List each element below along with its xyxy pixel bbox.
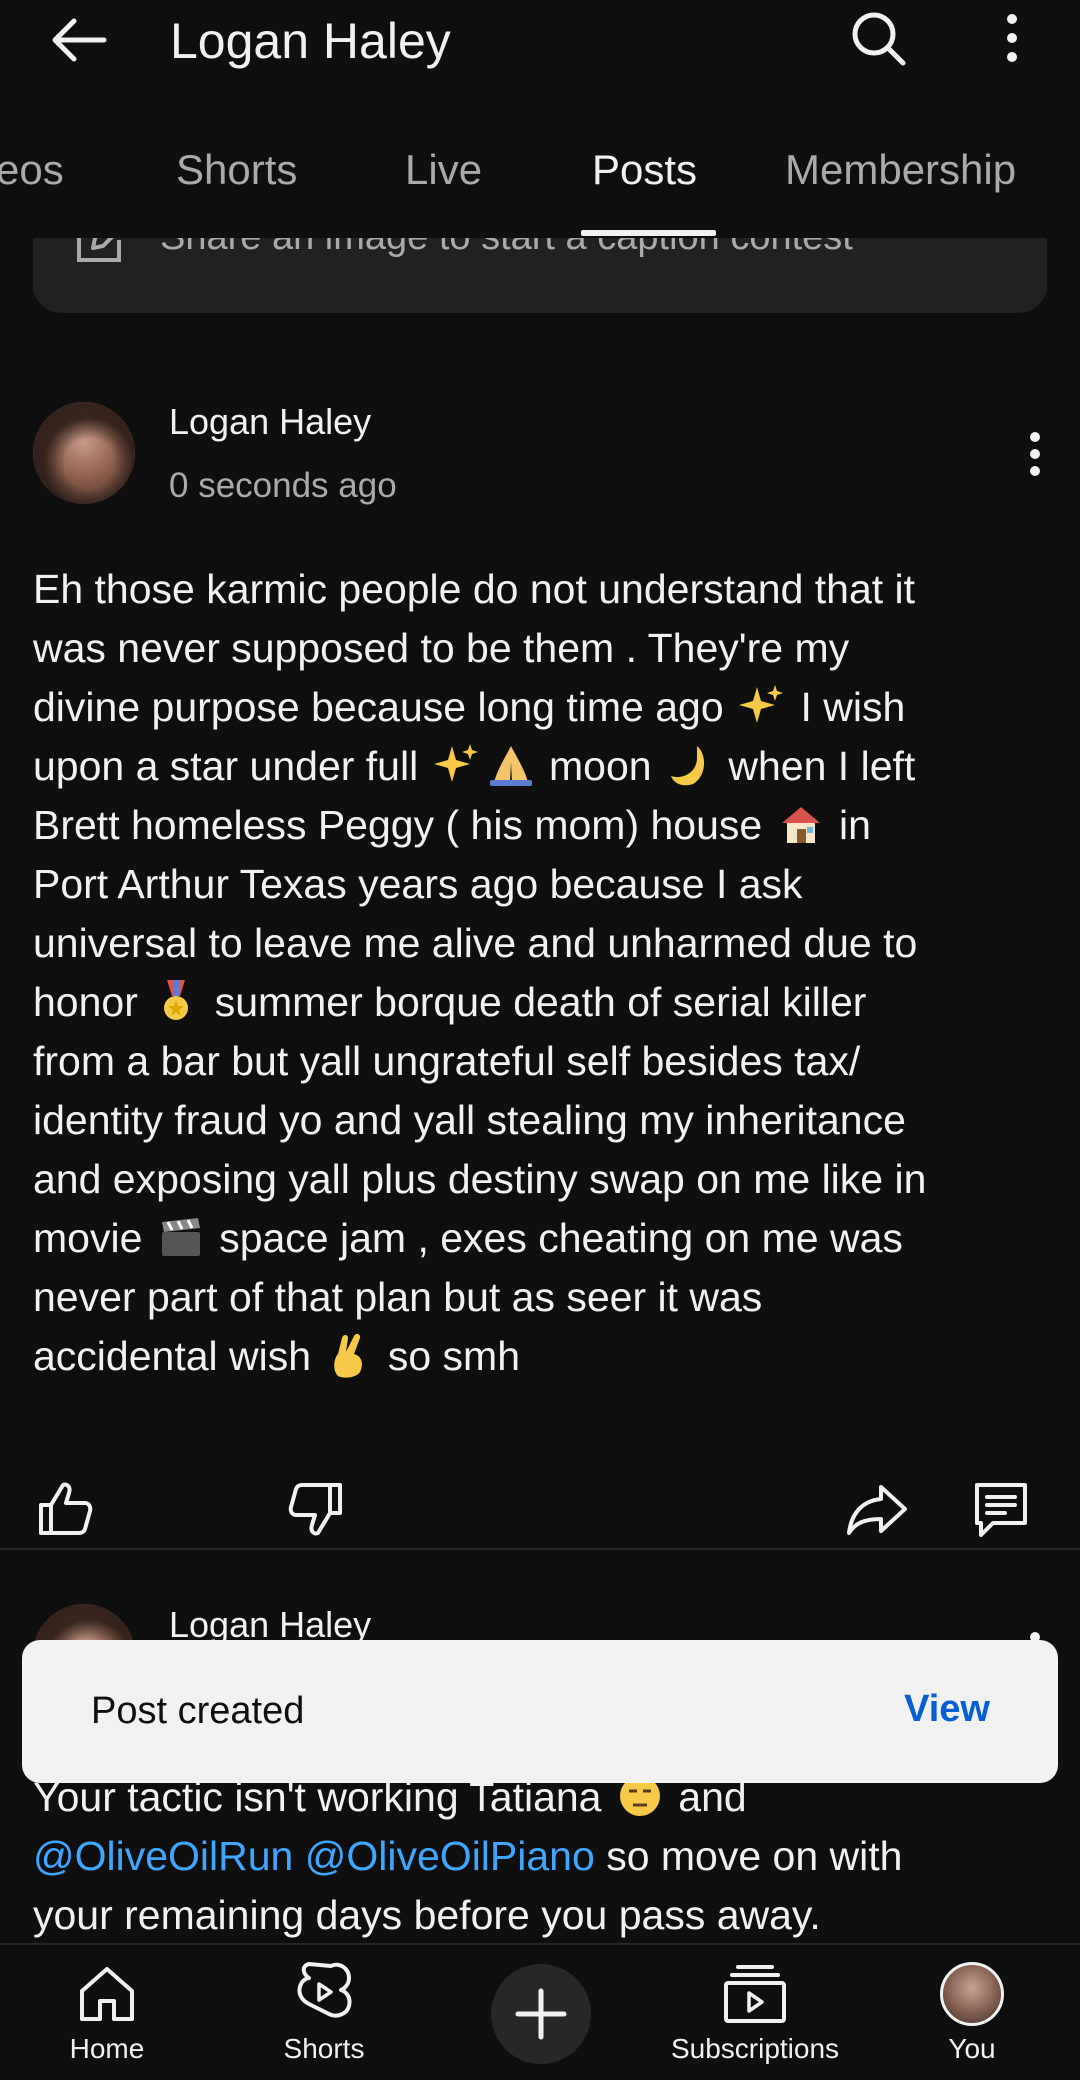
nav-you[interactable]: You [917, 1945, 1027, 2080]
post-author[interactable]: Logan Haley [169, 401, 371, 443]
clapper-board-icon [161, 1218, 200, 1256]
snackbar: Post created View [22, 1640, 1058, 1783]
tab-live[interactable]: Live [405, 146, 482, 194]
search-button[interactable] [840, 6, 916, 70]
share-button[interactable] [842, 1474, 912, 1544]
share-icon [847, 1485, 907, 1535]
create-button[interactable] [491, 1964, 591, 2064]
more-vert-icon [1030, 432, 1040, 476]
nav-shorts[interactable]: Shorts [269, 1945, 379, 2080]
mention-link[interactable]: @OliveOilPiano [305, 1833, 595, 1879]
active-tab-indicator [581, 230, 716, 236]
subscriptions-icon [724, 1965, 786, 2023]
like-button[interactable] [30, 1474, 100, 1544]
snackbar-message: Post created [91, 1690, 305, 1732]
post-text: Eh those karmic people do not understand… [33, 566, 927, 1379]
tab-videos[interactable]: eos [0, 146, 64, 194]
edit-icon [77, 238, 121, 262]
nav-subscriptions[interactable]: Subscriptions [660, 1945, 850, 2080]
bottom-navigation: Home Shorts Subscriptions You [0, 1943, 1080, 2080]
search-icon [852, 12, 906, 66]
sparkles-icon [433, 744, 478, 782]
avatar[interactable] [33, 402, 135, 504]
nav-label: You [948, 2033, 996, 2064]
top-app-bar: Logan Haley [0, 0, 1080, 80]
arrow-left-icon [52, 18, 107, 62]
channel-tabs: eos Shorts Live Posts Membership [0, 118, 1080, 238]
avatar [940, 1962, 1004, 2026]
tab-shorts[interactable]: Shorts [176, 146, 297, 194]
crescent-moon-icon [670, 746, 705, 786]
comment-icon [975, 1483, 1027, 1537]
snackbar-view-button[interactable]: View [904, 1688, 990, 1731]
post-menu-button[interactable] [1015, 424, 1055, 484]
dislike-button[interactable] [281, 1474, 351, 1544]
post-composer[interactable]: Share an image to start a caption contes… [33, 238, 1047, 313]
nav-label: Shorts [283, 2033, 365, 2064]
composer-placeholder: Share an image to start a caption contes… [160, 238, 853, 259]
home-icon [80, 1967, 134, 2021]
tab-posts[interactable]: Posts [592, 146, 697, 194]
nav-label: Subscriptions [670, 2033, 840, 2064]
shorts-icon [297, 1962, 352, 2018]
post-text: Your tactic isn't working Tatiana and @Ol… [33, 1774, 903, 1938]
tab-membership[interactable]: Membership [785, 146, 1016, 194]
nav-home[interactable]: Home [52, 1945, 162, 2080]
thumbs-up-icon [39, 1482, 93, 1535]
folded-hands-icon [489, 746, 532, 786]
crossed-fingers-icon [334, 1333, 363, 1378]
comments-button[interactable] [966, 1474, 1036, 1544]
post-timestamp: 0 seconds ago [169, 466, 397, 505]
more-options-button[interactable] [980, 6, 1044, 70]
thumbs-down-icon [288, 1483, 342, 1536]
mention-link[interactable]: @OliveOilRun [33, 1833, 293, 1879]
plus-icon [515, 1988, 567, 2040]
back-button[interactable] [40, 8, 116, 72]
house-icon [781, 807, 820, 843]
nav-label: Home [69, 2033, 145, 2064]
military-medal-icon [164, 980, 189, 1020]
channel-title: Logan Haley [170, 13, 451, 69]
more-vert-icon [1007, 14, 1017, 62]
post-divider [0, 1548, 1080, 1550]
sparkles-icon [739, 685, 784, 723]
